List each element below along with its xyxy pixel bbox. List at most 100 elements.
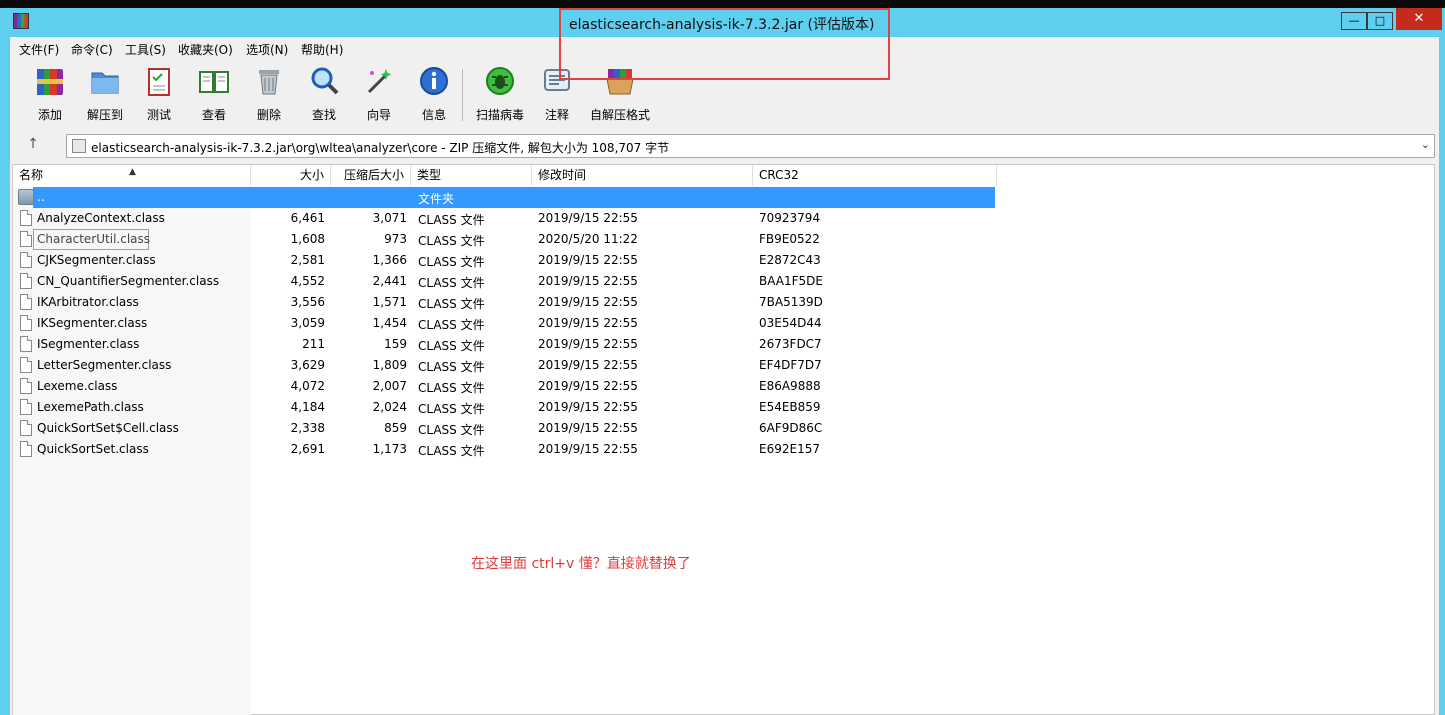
parent-folder-name: .. xyxy=(37,190,45,204)
file-modified: 2019/9/15 22:55 xyxy=(538,421,638,435)
file-row[interactable]: IKArbitrator.class 3,556 1,571 CLASS 文件 2019… xyxy=(13,292,1013,313)
file-row[interactable]: CharacterUtil.class 1,608 973 CLASS 文件 2020/… xyxy=(13,229,1013,250)
file-name: QuickSortSet$Cell.class xyxy=(37,421,179,435)
file-crc: E54EB859 xyxy=(759,400,821,414)
file-name: ISegmenter.class xyxy=(37,337,140,351)
file-type: CLASS 文件 xyxy=(418,444,485,458)
menu-tools[interactable]: 工具(S) xyxy=(125,41,166,58)
file-type: CLASS 文件 xyxy=(418,234,485,248)
file-type: CLASS 文件 xyxy=(418,255,485,269)
file-row[interactable]: QuickSortSet.class 2,691 1,173 CLASS 文件 2019… xyxy=(13,439,1013,460)
column-header-packed[interactable]: 压缩后大小 xyxy=(331,165,411,186)
parent-folder-row[interactable]: .. 文件夹 xyxy=(13,187,1013,208)
class-file-icon xyxy=(20,420,32,436)
tool-view-label: 查看 xyxy=(201,108,226,122)
file-type: CLASS 文件 xyxy=(418,381,485,395)
chevron-down-icon[interactable]: ⌄ xyxy=(1421,138,1430,151)
tool-find-label: 查找 xyxy=(311,108,336,122)
virus-scan-icon xyxy=(486,67,514,95)
toolbar: 添加 解压到 测试 查看 删除 查找 向导 信息 扫描病毒 注释 自解压格式 xyxy=(10,59,1439,127)
column-header-size[interactable]: 大小 xyxy=(251,165,331,186)
tool-info-button[interactable]: 信息 xyxy=(407,63,461,123)
address-bar: ↑ elasticsearch-analysis-ik-7.3.2.jar\or… xyxy=(10,133,1439,159)
file-list[interactable]: 名称 ▲ 大小 压缩后大小 类型 修改时间 CRC32 .. 文件夹 Analy… xyxy=(12,164,1435,715)
menu-file[interactable]: 文件(F) xyxy=(19,41,59,58)
tool-view-button[interactable]: 查看 xyxy=(187,63,241,123)
menu-command[interactable]: 命令(C) xyxy=(71,41,113,58)
file-crc: 03E54D44 xyxy=(759,316,822,330)
menu-favorites[interactable]: 收藏夹(O) xyxy=(178,41,233,58)
file-size: 1,608 xyxy=(290,232,325,246)
file-row[interactable]: ISegmenter.class 211 159 CLASS 文件 2019/9/15 … xyxy=(13,334,1013,355)
minimize-button[interactable]: — xyxy=(1341,12,1367,30)
file-row[interactable]: IKSegmenter.class 3,059 1,454 CLASS 文件 2019/… xyxy=(13,313,1013,334)
tool-find-button[interactable]: 查找 xyxy=(297,63,351,123)
column-header-type[interactable]: 类型 xyxy=(411,165,532,186)
client-area: 文件(F) 命令(C) 工具(S) 收藏夹(O) 选项(N) 帮助(H) 添加 xyxy=(10,37,1439,715)
column-header-name[interactable]: 名称 ▲ xyxy=(13,165,251,186)
up-one-level-icon[interactable]: ↑ xyxy=(24,135,42,153)
file-modified: 2019/9/15 22:55 xyxy=(538,442,638,456)
tool-delete-button[interactable]: 删除 xyxy=(242,63,296,123)
file-name: IKArbitrator.class xyxy=(37,295,139,309)
class-file-icon xyxy=(20,210,32,226)
tool-extract-to-button[interactable]: 解压到 xyxy=(78,63,132,123)
winrar-app-icon[interactable] xyxy=(13,13,29,29)
file-packed-size: 859 xyxy=(384,421,407,435)
file-size: 3,059 xyxy=(290,316,325,330)
sort-ascending-icon: ▲ xyxy=(129,167,136,177)
class-file-icon xyxy=(20,399,32,415)
menu-bar: 文件(F) 命令(C) 工具(S) 收藏夹(O) 选项(N) 帮助(H) xyxy=(10,37,1439,59)
winrar-window: elasticsearch-analysis-ik-7.3.2.jar (评估版… xyxy=(0,8,1445,715)
file-row[interactable]: AnalyzeContext.class 6,461 3,071 CLASS 文件 20… xyxy=(13,208,1013,229)
class-file-icon xyxy=(20,378,32,394)
menu-options[interactable]: 选项(N) xyxy=(246,41,288,58)
file-size: 2,338 xyxy=(290,421,325,435)
parent-folder-type: 文件夹 xyxy=(418,192,455,206)
test-icon xyxy=(148,68,170,96)
file-modified: 2019/9/15 22:55 xyxy=(538,253,638,267)
selection-highlight xyxy=(33,187,995,208)
file-crc: 70923794 xyxy=(759,211,821,225)
title-bar[interactable]: elasticsearch-analysis-ik-7.3.2.jar (评估版… xyxy=(0,8,1445,36)
file-modified: 2019/9/15 22:55 xyxy=(538,295,638,309)
file-size: 3,556 xyxy=(290,295,325,309)
file-row[interactable]: Lexeme.class 4,072 2,007 CLASS 文件 2019/9/15 … xyxy=(13,376,1013,397)
tool-wizard-button[interactable]: 向导 xyxy=(352,63,406,123)
file-type: CLASS 文件 xyxy=(418,213,485,227)
archive-file-icon xyxy=(72,139,86,153)
file-packed-size: 3,071 xyxy=(372,211,407,225)
column-header-crc[interactable]: CRC32 xyxy=(753,165,997,186)
file-name: IKSegmenter.class xyxy=(37,316,148,330)
tool-add-button[interactable]: 添加 xyxy=(23,63,77,123)
tool-sfx-label: 自解压格式 xyxy=(590,108,651,122)
file-modified: 2019/9/15 22:55 xyxy=(538,379,638,393)
file-crc: 2673FDC7 xyxy=(759,337,822,351)
file-size: 4,552 xyxy=(290,274,325,288)
file-modified: 2019/9/15 22:55 xyxy=(538,400,638,414)
tool-sfx-button[interactable]: 自解压格式 xyxy=(590,63,650,123)
menu-help[interactable]: 帮助(H) xyxy=(301,41,343,58)
tool-extract-to-label: 解压到 xyxy=(86,108,123,122)
file-row[interactable]: LexemePath.class 4,184 2,024 CLASS 文件 2019/9… xyxy=(13,397,1013,418)
file-row[interactable]: LetterSegmenter.class 3,629 1,809 CLASS 文件 2… xyxy=(13,355,1013,376)
find-icon xyxy=(311,67,339,95)
tool-test-button[interactable]: 测试 xyxy=(132,63,186,123)
file-packed-size: 2,024 xyxy=(372,400,407,414)
file-name: CN_QuantifierSegmenter.class xyxy=(37,274,220,288)
address-field[interactable]: elasticsearch-analysis-ik-7.3.2.jar\org\… xyxy=(66,134,1435,158)
file-crc: 7BA5139D xyxy=(759,295,823,309)
file-row[interactable]: CJKSegmenter.class 2,581 1,366 CLASS 文件 2019… xyxy=(13,250,1013,271)
tool-comment-button[interactable]: 注释 xyxy=(530,63,584,123)
file-packed-size: 2,441 xyxy=(372,274,407,288)
file-row[interactable]: QuickSortSet$Cell.class 2,338 859 CLASS 文件 2… xyxy=(13,418,1013,439)
tool-wizard-label: 向导 xyxy=(366,108,391,122)
close-button[interactable]: ✕ xyxy=(1396,8,1442,30)
file-row[interactable]: CN_QuantifierSegmenter.class 4,552 2,441 CL… xyxy=(13,271,1013,292)
maximize-button[interactable]: □ xyxy=(1367,12,1393,30)
tool-add-label: 添加 xyxy=(37,108,62,122)
column-header-modified[interactable]: 修改时间 xyxy=(532,165,753,186)
file-type: CLASS 文件 xyxy=(418,297,485,311)
tool-virus-scan-button[interactable]: 扫描病毒 xyxy=(473,63,527,123)
file-modified: 2019/9/15 22:55 xyxy=(538,274,638,288)
